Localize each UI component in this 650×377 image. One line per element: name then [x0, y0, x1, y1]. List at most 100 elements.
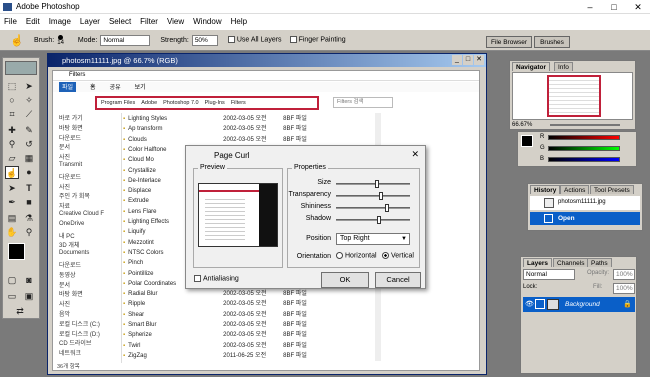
- gradient-tool-icon[interactable]: ▦: [22, 152, 36, 165]
- close-button[interactable]: ✕: [626, 0, 650, 14]
- antialiasing-checkbox[interactable]: Antialiasing: [194, 275, 239, 282]
- menu-window[interactable]: Window: [193, 17, 221, 26]
- shadow-slider-thumb[interactable]: [376, 216, 381, 224]
- file-row[interactable]: ▪ Shear 2002-03-05 오전 8BF 파일: [123, 309, 373, 318]
- ribbon-view-tab[interactable]: 보기: [135, 82, 146, 92]
- brushes-tab[interactable]: Brushes: [534, 36, 570, 48]
- foreground-color-swatch[interactable]: [8, 243, 25, 260]
- history-snapshot-row[interactable]: photosm11111.jpg: [530, 196, 640, 210]
- history-tab[interactable]: History: [530, 185, 561, 194]
- screen-mode-full-icon[interactable]: ▣: [22, 290, 36, 303]
- path-selection-tool-icon[interactable]: ➤: [5, 182, 19, 195]
- breadcrumb-item[interactable]: Filters: [231, 98, 246, 108]
- use-all-layers-checkbox[interactable]: Use All Layers: [227, 36, 282, 44]
- menu-filter[interactable]: Filter: [140, 17, 158, 26]
- navigator-tab[interactable]: Navigator: [512, 62, 550, 71]
- history-brush-tool-icon[interactable]: ↺: [22, 138, 36, 151]
- actions-tab[interactable]: Actions: [560, 185, 590, 194]
- tool-presets-tab[interactable]: Tool Presets: [590, 185, 634, 194]
- pen-tool-icon[interactable]: ✒: [5, 196, 19, 209]
- blend-mode-select[interactable]: Normal: [523, 269, 575, 280]
- lasso-tool-icon[interactable]: ○: [5, 94, 19, 107]
- file-row[interactable]: ▪ Spherize 2002-03-05 오전 8BF 파일: [123, 329, 373, 338]
- breadcrumb-item[interactable]: Program Files: [101, 98, 135, 108]
- eraser-tool-icon[interactable]: ▱: [5, 152, 19, 165]
- file-row[interactable]: ▪ Radial Blur 2002-03-05 오전 8BF 파일: [123, 288, 373, 297]
- minimize-button[interactable]: –: [578, 0, 602, 14]
- red-color-bar[interactable]: [548, 135, 620, 140]
- doc-minimize-button[interactable]: _: [452, 55, 462, 65]
- layer-row[interactable]: 👁 Background 🔒: [523, 297, 635, 312]
- breadcrumb-item[interactable]: Adobe: [141, 98, 157, 108]
- shadow-slider[interactable]: [336, 216, 410, 224]
- maximize-button[interactable]: □: [602, 0, 626, 14]
- shininess-slider[interactable]: [336, 204, 410, 212]
- dialog-close-button[interactable]: ✕: [411, 149, 419, 160]
- ribbon-home-tab[interactable]: 홈: [90, 82, 96, 92]
- paths-tab[interactable]: Paths: [587, 258, 612, 267]
- quick-mask-icon[interactable]: ◙: [22, 274, 36, 287]
- standard-mode-icon[interactable]: ▢: [5, 274, 19, 287]
- cancel-button[interactable]: Cancel: [375, 272, 421, 288]
- file-row[interactable]: ▪ ZigZag 2011-06-25 오전 8BF 파일: [123, 350, 373, 359]
- navigator-zoom-slider[interactable]: [550, 124, 620, 126]
- healing-brush-tool-icon[interactable]: ✚: [5, 124, 19, 137]
- eyedropper-tool-icon[interactable]: ⚗: [22, 212, 36, 225]
- clone-stamp-tool-icon[interactable]: ⚲: [5, 138, 19, 151]
- finger-painting-checkbox[interactable]: Finger Painting: [289, 36, 346, 44]
- file-browser-tab[interactable]: File Browser: [486, 36, 532, 48]
- adobe-online-eye-icon[interactable]: [5, 61, 37, 75]
- brush-picker[interactable]: 14: [57, 34, 64, 46]
- menu-help[interactable]: Help: [231, 17, 247, 26]
- move-tool-icon[interactable]: ➤: [22, 80, 36, 93]
- jump-to-imageready-icon[interactable]: ⇄: [13, 305, 27, 318]
- ribbon-share-tab[interactable]: 공유: [110, 82, 121, 92]
- history-step-row[interactable]: Open: [530, 212, 640, 225]
- file-row[interactable]: ▪ Lighting Styles 2002-03-05 오전 8BF 파일: [123, 113, 373, 122]
- file-row[interactable]: ▪ Clouds 2002-03-05 오전 8BF 파일: [123, 134, 373, 143]
- mode-select[interactable]: Normal: [100, 34, 151, 46]
- menu-file[interactable]: File: [4, 17, 17, 26]
- smudge-tool-icon-selected[interactable]: ☝: [5, 166, 19, 179]
- blue-color-bar[interactable]: [548, 157, 620, 162]
- breadcrumb-item[interactable]: Plug-Ins: [205, 98, 225, 108]
- transparency-slider-thumb[interactable]: [379, 192, 384, 200]
- navigator-zoom-value[interactable]: 66.67%: [512, 122, 532, 128]
- ok-button[interactable]: OK: [321, 272, 369, 288]
- vertical-radio[interactable]: Vertical: [382, 252, 414, 259]
- notes-tool-icon[interactable]: ▤: [5, 212, 19, 225]
- menu-layer[interactable]: Layer: [80, 17, 100, 26]
- screen-mode-standard-icon[interactable]: ▭: [5, 290, 19, 303]
- transparency-slider[interactable]: [336, 192, 410, 200]
- address-bar[interactable]: Program Files Adobe Photoshop 7.0 Plug-I…: [95, 96, 319, 110]
- dodge-tool-icon[interactable]: ●: [22, 166, 36, 179]
- menu-image[interactable]: Image: [49, 17, 71, 26]
- channels-tab[interactable]: Channels: [553, 258, 589, 267]
- file-row[interactable]: ▪ Ap transform 2002-03-05 오전 8BF 파일: [123, 123, 373, 132]
- hand-tool-icon[interactable]: ✋: [5, 226, 19, 239]
- position-select[interactable]: Top Right ▼: [336, 233, 410, 245]
- type-tool-icon[interactable]: T: [22, 182, 36, 195]
- menu-edit[interactable]: Edit: [26, 17, 40, 26]
- shape-tool-icon[interactable]: ■: [22, 196, 36, 209]
- breadcrumb-item[interactable]: Photoshop 7.0: [163, 98, 198, 108]
- fill-input[interactable]: 100%: [613, 283, 635, 294]
- doc-maximize-button[interactable]: □: [463, 55, 473, 65]
- color-foreground-swatch[interactable]: [521, 135, 533, 147]
- eye-icon[interactable]: 👁: [525, 300, 534, 308]
- crop-tool-icon[interactable]: ⌗: [5, 108, 19, 121]
- horizontal-radio[interactable]: Horizontal: [336, 252, 377, 259]
- file-row[interactable]: ▪ Smart Blur 2002-03-05 오전 8BF 파일: [123, 319, 373, 328]
- menu-select[interactable]: Select: [109, 17, 131, 26]
- file-row[interactable]: ▪ Ripple 2002-03-05 오전 8BF 파일: [123, 298, 373, 307]
- marquee-tool-icon[interactable]: ⬚: [5, 80, 19, 93]
- size-slider[interactable]: [336, 180, 410, 188]
- slice-tool-icon[interactable]: ⟋: [22, 108, 36, 121]
- magic-wand-tool-icon[interactable]: ✧: [22, 94, 36, 107]
- explorer-search-field[interactable]: Filters 검색: [333, 97, 393, 108]
- brush-tool-icon[interactable]: ✎: [22, 124, 36, 137]
- smudge-tool-icon[interactable]: ☝: [10, 34, 24, 47]
- ribbon-file-tab[interactable]: 파일: [59, 82, 77, 92]
- shininess-slider-thumb[interactable]: [385, 204, 389, 212]
- size-slider-thumb[interactable]: [374, 180, 379, 188]
